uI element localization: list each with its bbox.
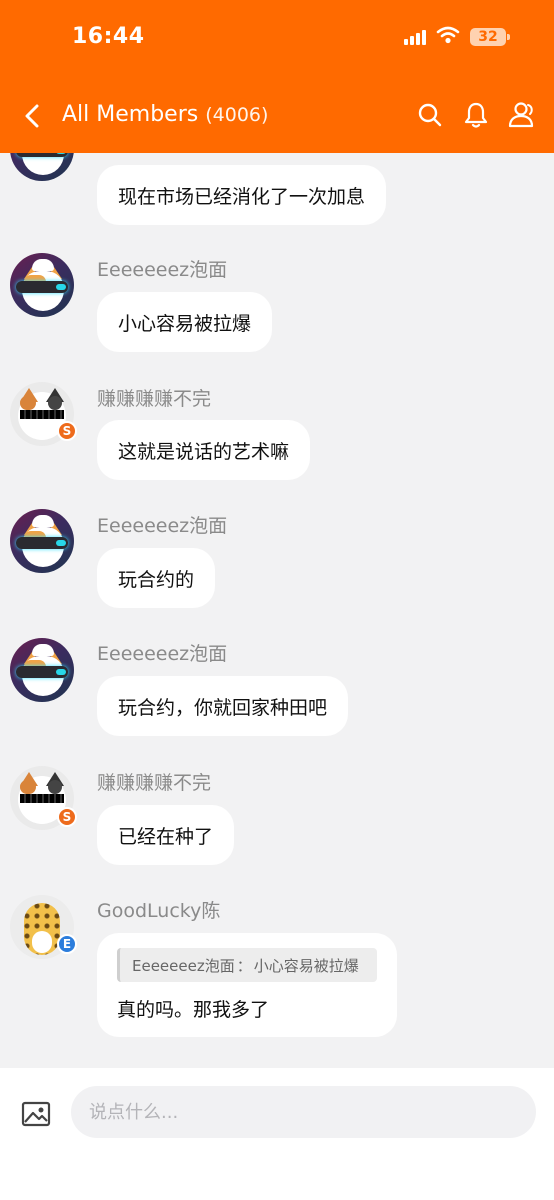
image-icon[interactable] — [20, 1098, 52, 1130]
message-bubble[interactable]: 玩合约，你就回家种田吧 — [97, 676, 349, 736]
wifi-icon — [436, 26, 460, 48]
sender-name: Eeeeeeez泡面 — [97, 643, 228, 665]
quote-text: 小心容易被拉爆 — [253, 956, 359, 975]
avatar[interactable] — [10, 253, 74, 317]
user-badge-s: S — [57, 807, 77, 827]
message-input-bar — [0, 1068, 554, 1200]
quote-separator: ： — [236, 956, 252, 975]
sender-name: 赚赚赚赚不完 — [97, 388, 212, 410]
sender-name: 赚赚赚赚不完 — [97, 772, 212, 794]
message-list[interactable]: 现在市场已经消化了一次加息 Eeeeeeez泡面 小心容易被拉爆 S 赚赚赚赚不… — [0, 153, 554, 1068]
message-bubble[interactable]: 玩合约的 — [97, 548, 216, 608]
status-indicators: 32 — [404, 26, 510, 48]
message-bubble[interactable]: 小心容易被拉爆 — [97, 292, 273, 352]
page-title-text: All Members — [62, 102, 199, 127]
message-bubble[interactable]: 这就是说话的艺术嘛 — [97, 420, 311, 480]
avatar[interactable] — [10, 638, 74, 702]
quote-author: Eeeeeeez泡面 — [132, 956, 235, 975]
avatar[interactable] — [10, 153, 74, 181]
message-input[interactable] — [71, 1086, 536, 1138]
reply-text: 真的吗。那我多了 — [117, 999, 270, 1021]
back-arrow-icon[interactable] — [22, 103, 42, 129]
user-badge-s: S — [57, 421, 77, 441]
sender-name: Eeeeeeez泡面 — [97, 259, 228, 281]
sender-name: GoodLucky陈 — [97, 900, 221, 922]
sender-name: Eeeeeeez泡面 — [97, 515, 228, 537]
user-badge-e: E — [57, 934, 77, 954]
members-icon[interactable] — [506, 100, 538, 130]
member-count: (4006) — [205, 104, 269, 126]
battery-indicator: 32 — [470, 28, 510, 46]
page-title: All Members (4006) — [62, 100, 268, 130]
app-header: 16:44 32 All Members (4006) — [0, 0, 554, 153]
cellular-signal-icon — [404, 29, 426, 45]
message-bubble[interactable]: 已经在种了 — [97, 805, 235, 865]
status-time: 16:44 — [72, 24, 145, 49]
avatar[interactable] — [10, 509, 74, 573]
quoted-message[interactable]: Eeeeeeez泡面：小心容易被拉爆 — [117, 948, 377, 982]
bell-icon[interactable] — [462, 100, 490, 130]
message-bubble[interactable]: 现在市场已经消化了一次加息 — [97, 165, 387, 225]
search-icon[interactable] — [416, 100, 444, 130]
reply-message-bubble[interactable]: Eeeeeeez泡面：小心容易被拉爆 真的吗。那我多了 — [97, 933, 397, 1037]
